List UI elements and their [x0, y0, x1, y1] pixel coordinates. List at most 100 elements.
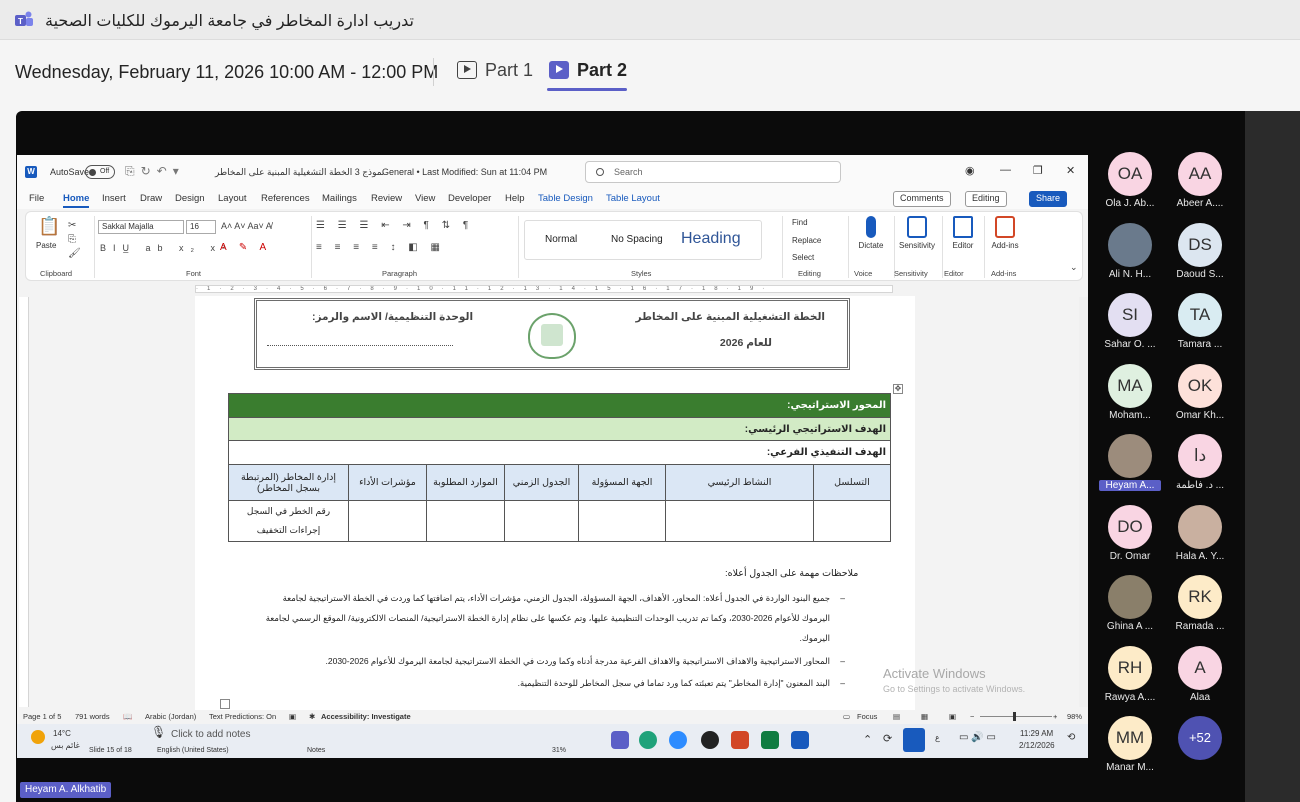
col-timeline[interactable]: الجدول الزمني — [504, 464, 579, 501]
zoom-level[interactable]: 98% — [1067, 712, 1082, 721]
participant-avatar[interactable] — [1178, 505, 1222, 549]
weather-icon[interactable] — [31, 730, 45, 744]
copy-icon[interactable]: ⎘ — [68, 234, 76, 245]
excel-taskbar-icon[interactable] — [761, 731, 779, 749]
participant-avatar[interactable]: SI — [1108, 293, 1152, 337]
col-responsible[interactable]: الجهة المسؤولة — [578, 464, 666, 501]
col-kpis[interactable]: مؤشرات الأداء — [348, 464, 427, 501]
table-cell[interactable] — [578, 500, 666, 542]
alignment-icons[interactable]: ≡ ≡ ≡ ≡ ↕ ◧ ▦ — [316, 242, 445, 253]
add-notes-prompt[interactable]: Click to add notes — [171, 729, 251, 740]
tab-insert[interactable]: Insert — [102, 193, 126, 204]
horizontal-ruler[interactable]: ·1·2·3·4·5·6·7·8·9·10·11·12·13·14·15·16·… — [17, 283, 1088, 295]
word-taskbar-icon[interactable] — [791, 731, 809, 749]
participant-avatar[interactable]: AA — [1178, 152, 1222, 196]
sensitivity-button[interactable]: Sensitivity — [894, 216, 940, 250]
read-mode-icon[interactable]: ▤ — [893, 712, 900, 721]
tab-home[interactable]: Home — [63, 193, 90, 208]
comments-button[interactable]: Comments — [893, 191, 951, 207]
app-taskbar-icon[interactable] — [701, 731, 719, 749]
list-icons[interactable]: ☰ ☰ ☰ ⇤ ⇥ ¶ ⇅ ¶ — [316, 220, 473, 231]
tab-mailings[interactable]: Mailings — [322, 193, 357, 204]
quick-access-icons[interactable]: ⎘↻↶▾ — [125, 164, 185, 179]
styles-gallery[interactable]: Normal No Spacing Heading — [524, 220, 762, 260]
paste-icon[interactable]: 📋 — [38, 216, 60, 237]
addins-button[interactable]: Add-ins — [982, 216, 1028, 250]
participant-avatar[interactable] — [1108, 434, 1152, 478]
tray-sync-icon[interactable]: ⟳ — [883, 732, 892, 745]
word-count[interactable]: 791 words — [75, 712, 110, 721]
table-cell[interactable] — [665, 500, 814, 542]
tab-references[interactable]: References — [261, 193, 310, 204]
zoom-slider-knob[interactable] — [1013, 712, 1016, 721]
find-button[interactable]: Find — [792, 218, 808, 227]
col-main-activity[interactable]: النشاط الرئيسي — [665, 464, 814, 501]
replace-button[interactable]: Replace — [792, 236, 821, 245]
tray-mic-icon[interactable] — [903, 728, 925, 752]
page-count[interactable]: Page 1 of 5 — [23, 712, 61, 721]
proofing-icon[interactable]: 📖 — [123, 712, 132, 721]
sensitivity-label[interactable]: General • Last Modified: Sun at 11:04 PM — [382, 167, 547, 177]
word-search-box[interactable]: Search — [585, 161, 841, 183]
participant-avatar[interactable]: دا — [1178, 434, 1222, 478]
col-risk-management[interactable]: إدارة المخاطر (المرتبطة بسجل المخاطر) — [228, 464, 349, 501]
table-cell[interactable] — [348, 500, 427, 542]
participant-avatar[interactable]: MA — [1108, 364, 1152, 408]
paste-button-label[interactable]: Paste — [36, 241, 56, 250]
edge-taskbar-icon[interactable] — [639, 731, 657, 749]
font-name-box[interactable]: Sakkal Majalla — [98, 220, 184, 234]
table-cell-risk[interactable]: رقم الخطر في السجل إجراءات التخفيف — [228, 500, 349, 542]
focus-icon[interactable]: ▭ — [843, 712, 850, 721]
notification-bell-icon[interactable]: ⟲ — [1067, 732, 1075, 743]
teams-taskbar-icon[interactable] — [611, 731, 629, 749]
participant-avatar[interactable] — [1108, 575, 1152, 619]
web-layout-icon[interactable]: ▣ — [949, 712, 956, 721]
tab-draw[interactable]: Draw — [140, 193, 162, 204]
tab-help[interactable]: Help — [505, 193, 525, 204]
vertical-ruler[interactable] — [19, 297, 29, 707]
table-cell[interactable] — [504, 500, 579, 542]
zoom-slider[interactable] — [980, 716, 1052, 717]
table-move-handle-icon[interactable]: ✥ — [893, 384, 903, 394]
more-participants-button[interactable]: +52 — [1178, 716, 1222, 760]
restore-icon[interactable]: ❐ — [1033, 164, 1043, 177]
style-heading[interactable]: Heading — [681, 230, 741, 248]
document-scrollbar[interactable] — [1079, 297, 1088, 707]
network-volume-icons[interactable]: ▭ 🔊 ▭ — [959, 732, 996, 743]
autosave-toggle[interactable]: Off — [85, 165, 115, 179]
tab-view[interactable]: View — [415, 193, 435, 204]
text-color-icons[interactable]: A ✎ A — [220, 242, 271, 253]
sub-goal-row[interactable]: الهدف التنفيذي الفرعي: — [228, 440, 891, 465]
collapse-ribbon-icon[interactable]: ⌄ — [1070, 262, 1078, 273]
table-cell[interactable] — [813, 500, 891, 542]
col-resources[interactable]: الموارد المطلوبة — [426, 464, 505, 501]
editing-mode-button[interactable]: Editing — [965, 191, 1007, 207]
participant-avatar[interactable]: RH — [1108, 646, 1152, 690]
notes-toggle[interactable]: Notes — [307, 747, 325, 754]
tab-part-2[interactable]: Part 2 — [547, 60, 627, 92]
strategic-axis-row[interactable]: المحور الاستراتيجي: — [228, 393, 891, 418]
tab-file[interactable]: File — [29, 193, 44, 204]
tab-layout[interactable]: Layout — [218, 193, 247, 204]
share-button[interactable]: Share — [1029, 191, 1068, 207]
participant-avatar[interactable]: DS — [1178, 223, 1222, 267]
participant-avatar[interactable]: OA — [1108, 152, 1152, 196]
dictate-button[interactable]: Dictate — [848, 216, 894, 250]
tab-review[interactable]: Review — [371, 193, 402, 204]
accessibility-icon[interactable]: ✱ — [309, 712, 315, 721]
focus-mode-button[interactable]: Focus — [857, 712, 877, 721]
document-page[interactable]: الخطة التشغيلية المبنية على المخاطر للعا… — [195, 296, 915, 710]
slide-zoom[interactable]: 31% — [552, 747, 566, 754]
accessibility-status[interactable]: Accessibility: Investigate — [321, 712, 411, 721]
tab-developer[interactable]: Developer — [448, 193, 491, 204]
table-resize-handle-icon[interactable] — [220, 699, 230, 709]
macro-icon[interactable]: ▣ — [289, 712, 296, 721]
table-cell[interactable] — [426, 500, 505, 542]
select-button[interactable]: Select — [792, 253, 814, 262]
cut-icon[interactable]: ✂ — [68, 220, 76, 231]
main-goal-row[interactable]: الهدف الاستراتيجي الرئيسي: — [228, 417, 891, 441]
print-layout-icon[interactable]: ▦ — [921, 712, 928, 721]
taskbar-date[interactable]: 2/12/2026 — [1019, 741, 1055, 750]
minimize-icon[interactable]: — — [1000, 164, 1011, 176]
zoom-taskbar-icon[interactable] — [669, 731, 687, 749]
